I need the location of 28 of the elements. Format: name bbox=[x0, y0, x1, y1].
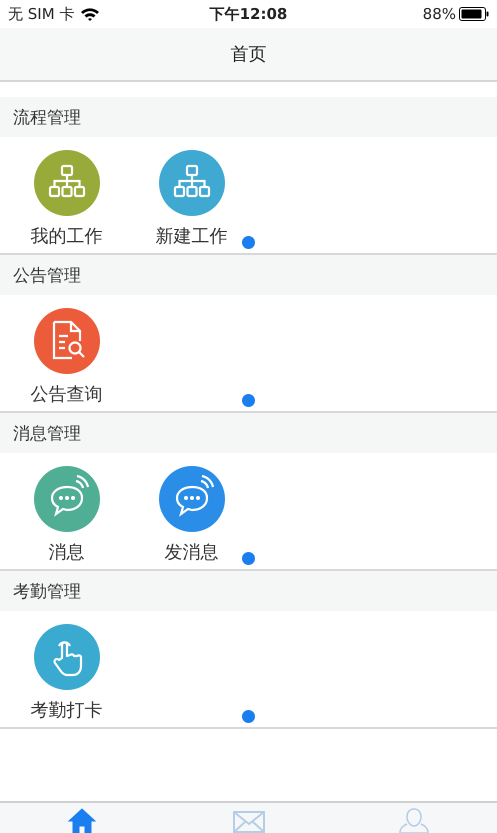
page-dot bbox=[242, 236, 255, 249]
section-title: 公告管理 bbox=[13, 264, 81, 286]
page-dot bbox=[242, 394, 255, 407]
feature-label[interactable]: 新建工作 bbox=[156, 224, 228, 248]
time-text: 下午12:08 bbox=[210, 4, 288, 24]
battery-icon bbox=[459, 7, 489, 21]
feature-label[interactable]: 发消息 bbox=[164, 540, 218, 564]
feature-label[interactable]: 我的工作 bbox=[30, 224, 102, 248]
hand-tap-icon[interactable] bbox=[34, 624, 100, 690]
page-dot bbox=[242, 710, 255, 723]
section-title: 流程管理 bbox=[13, 106, 81, 128]
home-tab-icon[interactable] bbox=[66, 807, 99, 833]
document-search-icon[interactable] bbox=[34, 308, 100, 374]
chat-icon[interactable] bbox=[158, 466, 224, 532]
org-chart-icon[interactable] bbox=[158, 150, 224, 216]
battery-text: 88% bbox=[422, 5, 456, 23]
wifi-icon bbox=[80, 7, 100, 21]
page-title: 首页 bbox=[230, 43, 266, 66]
chat-icon[interactable] bbox=[34, 466, 100, 532]
feature-label[interactable]: 考勤打卡 bbox=[30, 698, 102, 722]
person-tab-icon[interactable] bbox=[398, 807, 430, 833]
carrier-text: 无 SIM 卡 bbox=[8, 4, 74, 24]
page-dot bbox=[242, 552, 255, 565]
section-title: 消息管理 bbox=[13, 422, 81, 444]
org-chart-icon[interactable] bbox=[34, 150, 100, 216]
feature-label[interactable]: 消息 bbox=[48, 540, 84, 564]
section-title: 考勤管理 bbox=[13, 580, 81, 602]
feature-label[interactable]: 公告查询 bbox=[30, 382, 102, 406]
